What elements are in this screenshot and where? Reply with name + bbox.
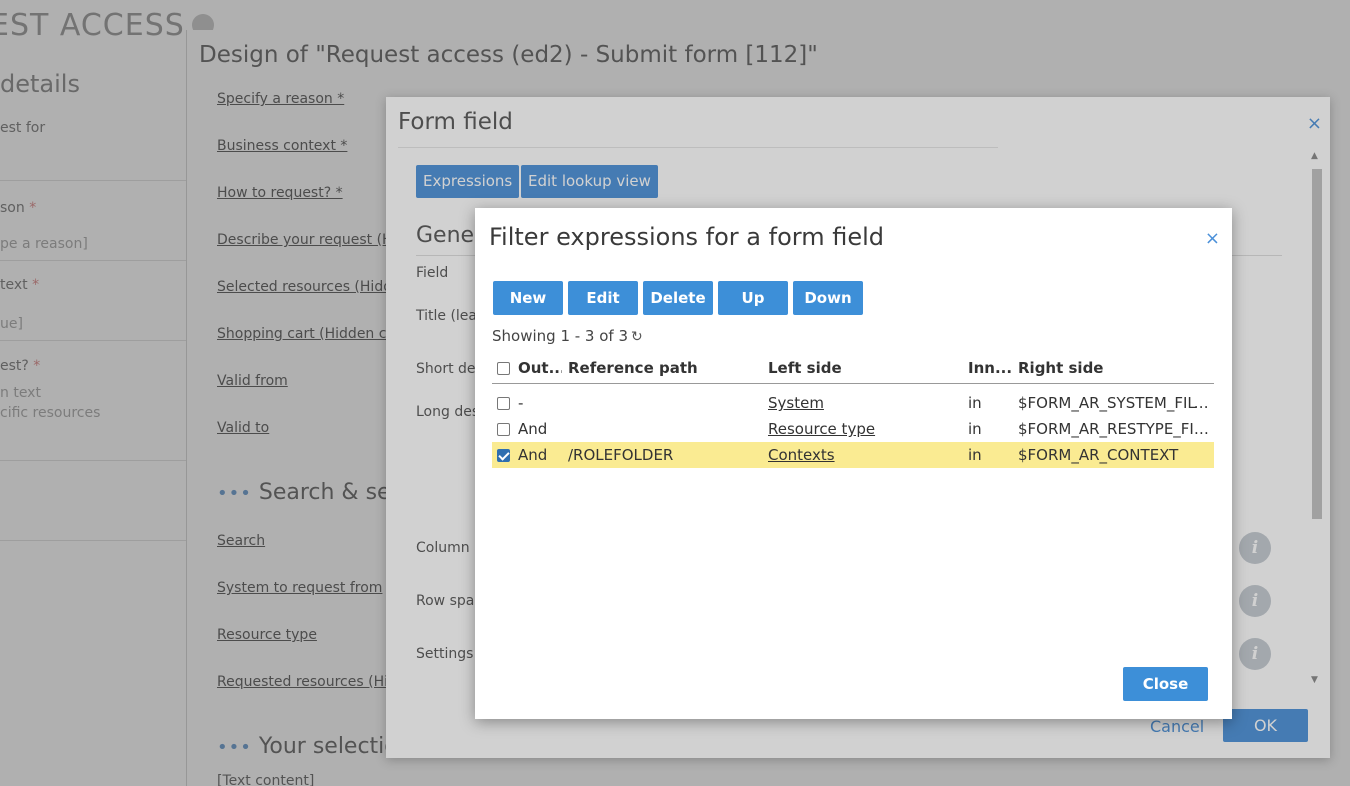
table-row-selected[interactable]: And /ROLEFOLDER Contexts in $FORM_AR_CON… — [492, 442, 1214, 468]
column-header-right-side[interactable]: Right side — [1018, 359, 1214, 377]
row-checkbox[interactable] — [497, 420, 511, 440]
new-button[interactable]: New — [493, 281, 563, 315]
cell-inner: in — [968, 446, 982, 464]
delete-button[interactable]: Delete — [643, 281, 713, 315]
up-button[interactable]: Up — [718, 281, 788, 315]
close-icon[interactable]: × — [1205, 228, 1220, 249]
table-row[interactable]: And Resource type in $FORM_AR_RESTYPE_FI… — [492, 416, 1214, 442]
cell-reference-path: /ROLEFOLDER — [568, 446, 674, 464]
row-checkbox[interactable] — [497, 446, 511, 466]
cell-right-side: $FORM_AR_RESTYPE_FILT... — [1018, 420, 1214, 438]
cell-left-side-link[interactable]: Contexts — [768, 446, 964, 464]
paging-status: Showing 1 - 3 of 3 ↻ — [492, 327, 643, 345]
cell-right-side: $FORM_AR_CONTEXT — [1018, 446, 1179, 464]
column-header-inner[interactable]: Inn... — [968, 359, 1012, 377]
edit-button[interactable]: Edit — [568, 281, 638, 315]
select-all-checkbox[interactable] — [497, 359, 511, 379]
refresh-icon[interactable]: ↻ — [631, 329, 643, 345]
down-button[interactable]: Down — [793, 281, 863, 315]
column-header-outer[interactable]: Out... — [518, 359, 562, 377]
cell-left-side-link[interactable]: Resource type — [768, 420, 964, 438]
close-button[interactable]: Close — [1123, 667, 1208, 701]
table-row[interactable]: - System in $FORM_AR_SYSTEM_FILTER — [492, 390, 1214, 416]
cell-right-side: $FORM_AR_SYSTEM_FILTER — [1018, 394, 1214, 412]
cell-outer: And — [518, 420, 548, 438]
cell-outer: And — [518, 446, 548, 464]
column-header-reference-path[interactable]: Reference path — [568, 359, 764, 377]
dialog-title: Filter expressions for a form field — [489, 223, 884, 251]
cell-outer: - — [518, 394, 524, 412]
filter-expressions-dialog: Filter expressions for a form field × Ne… — [475, 208, 1232, 719]
column-header-left-side[interactable]: Left side — [768, 359, 964, 377]
filter-grid: Out... Reference path Left side Inn... R… — [492, 356, 1214, 468]
grid-header: Out... Reference path Left side Inn... R… — [492, 356, 1214, 384]
cell-inner: in — [968, 420, 982, 438]
row-checkbox[interactable] — [497, 394, 511, 414]
cell-inner: in — [968, 394, 982, 412]
cell-left-side-link[interactable]: System — [768, 394, 964, 412]
